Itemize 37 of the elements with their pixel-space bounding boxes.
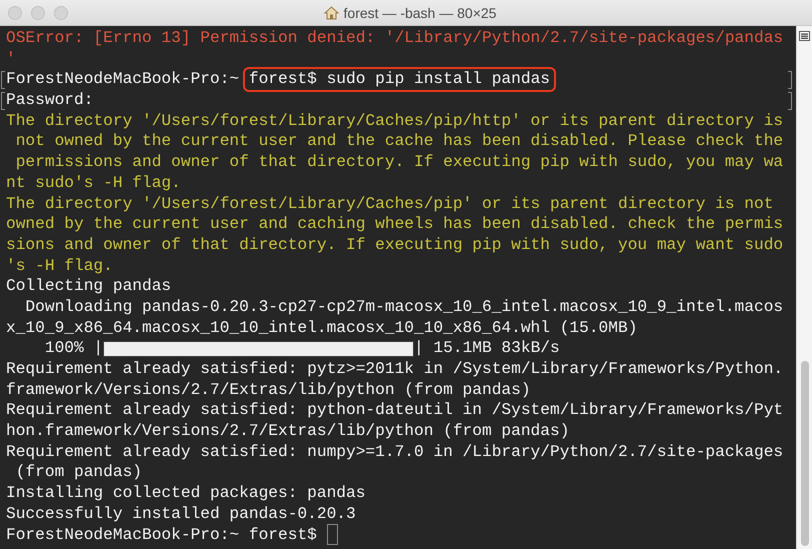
output-line: Successfully installed pandas-0.20.3 <box>6 504 356 525</box>
window-title: forest — -bash — 80×25 <box>344 4 496 20</box>
output-line: (from pandas) <box>14 462 142 484</box>
warning-line: owned by the current user and caching wheels has been disabled. check the permis <box>6 214 784 235</box>
shell-prompt: ForestNeodeMacBook-Pro:~ <box>6 69 240 90</box>
warning-line: nt sudo's -H flag. <box>6 172 181 194</box>
mark-bracket <box>788 71 792 90</box>
shell-prompt: ForestNeodeMacBook-Pro:~ forest$ <box>6 524 318 546</box>
warning-line: sions and owner of that directory. If executing pip with sudo, you may want sudo <box>6 234 784 256</box>
output-line: Requirement already satisfied: numpy>=1.7.0 in /Library/Python/2.7/site-packages <box>6 442 784 462</box>
output-line: Password: <box>6 90 94 111</box>
output-line: Requirement already satisfied: pytz>=2011k in /System/Library/Frameworks/Python. <box>6 359 784 380</box>
warning-line: The directory '/Users/forest/Library/Caches/pip/http' or its parent directory is <box>6 110 784 132</box>
output-line: Collecting pandas <box>6 276 172 297</box>
mark-bracket <box>788 92 792 110</box>
scroll-bar[interactable] <box>796 26 812 549</box>
warning-line: not owned by the current user and the cache has been disabled. Please check the <box>14 131 784 152</box>
error-line: ' <box>6 48 16 70</box>
minimize-button[interactable] <box>31 6 45 20</box>
warning-line: permissions and owner of that directory. If executing pip with sudo, you may wa <box>14 152 784 173</box>
error-line: OSError: [Errno 13] Permission denied: '/Library/Python/2.7/site-packages/pandas <box>6 28 784 49</box>
warning-line: 's -H flag. <box>6 256 113 276</box>
output-line: hon.framework/Versions/2.7/Extras/lib/python (from pandas) <box>6 421 570 442</box>
output-line: framework/Versions/2.7/Extras/lib/python (from pandas) <box>6 380 531 400</box>
output-line: Installing collected packages: pandas <box>6 483 366 504</box>
close-button[interactable] <box>8 6 22 20</box>
scroll-thumb[interactable] <box>800 361 808 546</box>
output-line: Requirement already satisfied: python-dateutil in /System/Library/Frameworks/Pyt <box>6 400 784 422</box>
output-line: Downloading pandas-0.20.3-cp27-cp27m-macosx_10_6_intel.macosx_10_9_intel.macos <box>24 296 784 318</box>
warning-line: The directory '/Users/forest/Library/Caches/pip' or its parent directory is not <box>6 194 774 214</box>
command-text: forest$ sudo pip install pandas <box>244 69 554 90</box>
zoom-button[interactable] <box>54 6 68 20</box>
house-icon <box>324 6 339 20</box>
progress-label: 100% | <box>44 338 104 360</box>
download-stats: | 15.1MB 83kB/s <box>414 338 560 360</box>
output-line: x_10_9_x86_64.macosx_10_10_intel.macosx_10_10_x86_64.whl (15.0MB) <box>6 318 638 338</box>
menu-icon[interactable] <box>799 31 810 41</box>
